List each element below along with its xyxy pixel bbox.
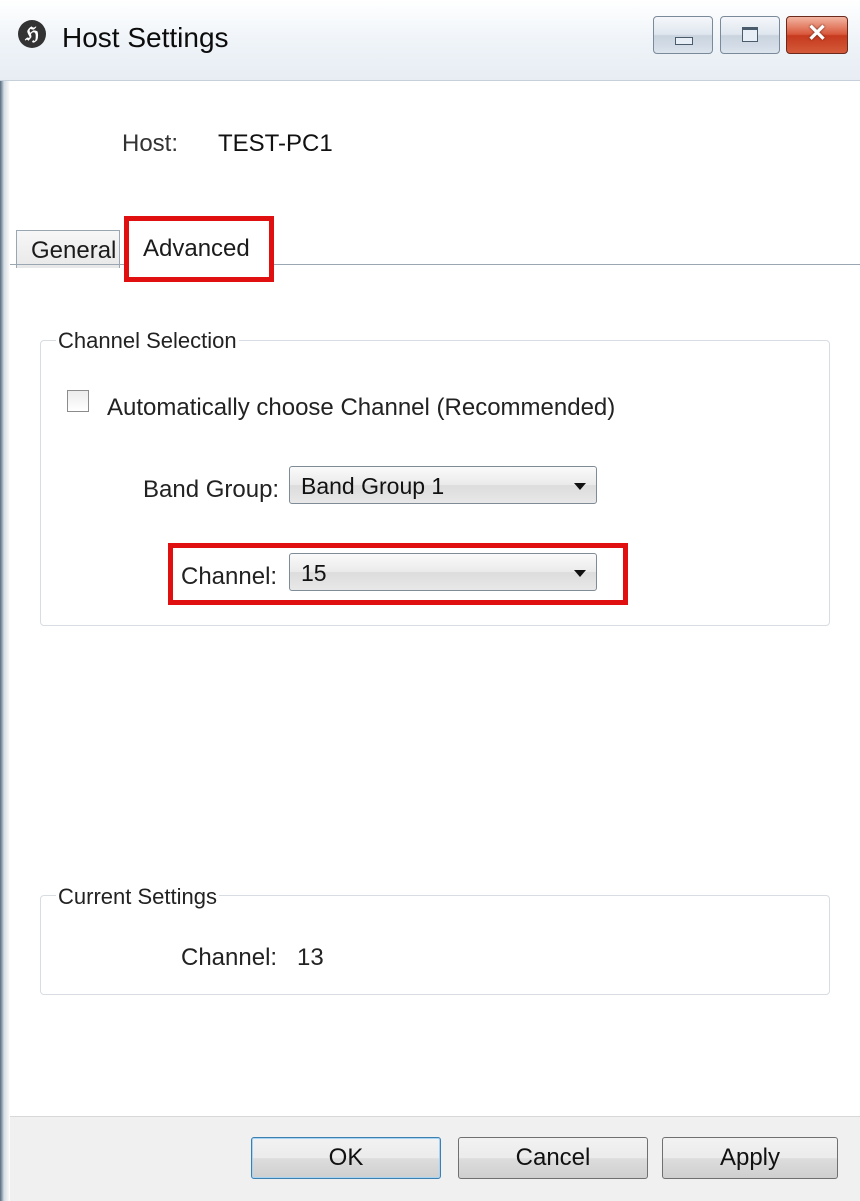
- host-value: TEST-PC1: [218, 130, 333, 157]
- auto-channel-checkbox[interactable]: [67, 390, 89, 412]
- auto-channel-checkbox-label[interactable]: Automatically choose Channel (Recommende…: [107, 394, 615, 422]
- apply-button[interactable]: Apply: [662, 1137, 838, 1179]
- maximize-button[interactable]: [720, 16, 780, 54]
- current-settings-group: [40, 895, 830, 995]
- current-channel-value: 13: [297, 944, 324, 971]
- tab-advanced[interactable]: Advanced: [124, 216, 274, 282]
- current-settings-title: Current Settings: [56, 884, 219, 910]
- current-channel-label: Channel:: [181, 944, 278, 971]
- close-button[interactable]: ✕: [786, 16, 848, 54]
- minimize-button[interactable]: [653, 16, 713, 54]
- cancel-button[interactable]: Cancel: [458, 1137, 648, 1179]
- close-icon: ✕: [806, 20, 828, 47]
- host-settings-window: ℌ Host Settings ✕ Host: TEST-PC1 General…: [0, 0, 860, 1201]
- channel-highlight-box: [168, 543, 628, 605]
- chevron-down-icon: [574, 483, 586, 490]
- tab-general[interactable]: General: [16, 230, 120, 268]
- band-group-select[interactable]: Band Group 1: [289, 466, 597, 504]
- minimize-icon: [675, 37, 693, 45]
- tab-advanced-label: Advanced: [143, 235, 250, 262]
- ok-button[interactable]: OK: [251, 1137, 441, 1179]
- tab-general-label: General: [31, 237, 117, 264]
- band-group-label: Band Group:: [143, 476, 280, 503]
- window-title: Host Settings: [62, 22, 229, 53]
- maximize-icon: [742, 27, 758, 42]
- channel-selection-title: Channel Selection: [56, 328, 239, 354]
- band-group-value: Band Group 1: [301, 473, 445, 499]
- window-border: [0, 0, 10, 1201]
- app-icon: ℌ: [18, 20, 46, 48]
- title-bar[interactable]: ℌ Host Settings ✕: [0, 0, 860, 81]
- host-label: Host:: [122, 130, 179, 157]
